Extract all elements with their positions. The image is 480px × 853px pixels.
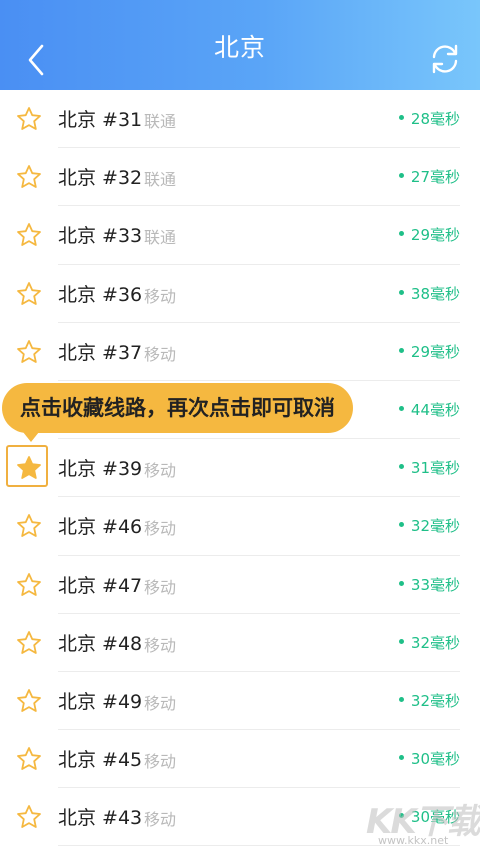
server-name: 北京 #43 bbox=[58, 807, 143, 830]
server-latency: 31毫秒 bbox=[399, 457, 460, 478]
server-carrier: 移动 bbox=[144, 752, 177, 772]
star-icon[interactable] bbox=[16, 804, 42, 830]
star-icon[interactable] bbox=[16, 513, 42, 539]
server-row[interactable]: 北京 #49 移动 32毫秒 bbox=[0, 672, 480, 731]
server-carrier: 移动 bbox=[144, 344, 177, 364]
star-icon[interactable] bbox=[16, 630, 42, 656]
refresh-icon[interactable] bbox=[428, 42, 462, 76]
server-carrier: 移动 bbox=[144, 635, 177, 655]
server-row[interactable]: 北京 #37 移动 29毫秒 bbox=[0, 323, 480, 381]
server-latency: 28毫秒 bbox=[399, 108, 460, 129]
server-latency: 32毫秒 bbox=[399, 690, 460, 711]
star-icon[interactable] bbox=[16, 164, 42, 190]
server-row[interactable]: 北京 #39 移动 31毫秒 bbox=[0, 439, 480, 498]
tooltip-text: 点击收藏线路，再次点击即可取消 bbox=[20, 396, 335, 420]
page-title: 北京 bbox=[213, 33, 266, 62]
server-name: 北京 #31 bbox=[58, 109, 143, 131]
server-carrier: 联通 bbox=[144, 112, 177, 131]
server-name: 北京 #33 bbox=[58, 225, 143, 248]
favorite-highlight-box bbox=[6, 445, 48, 487]
star-icon[interactable] bbox=[16, 222, 42, 248]
server-name: 北京 #48 bbox=[58, 632, 143, 655]
server-row[interactable]: 北京 #43 移动 30毫秒 bbox=[0, 788, 480, 847]
server-carrier: 移动 bbox=[144, 461, 177, 481]
server-latency: 30毫秒 bbox=[399, 748, 460, 769]
server-carrier: 移动 bbox=[144, 519, 177, 539]
server-list: 北京 #31 联通 28毫秒 北京 #32 联通 27毫秒 北京 #33 联通 29毫秒 北京 #… bbox=[0, 90, 480, 847]
server-name: 北京 #39 bbox=[58, 458, 143, 481]
server-row[interactable]: 北京 #48 移动 32毫秒 bbox=[0, 614, 480, 672]
server-row[interactable]: 北京 #47 移动 33毫秒 bbox=[0, 556, 480, 614]
server-carrier: 移动 bbox=[144, 693, 177, 713]
server-row[interactable]: 北京 #36 移动 38毫秒 bbox=[0, 265, 480, 323]
server-row[interactable]: 北京 #45 移动 30毫秒 bbox=[0, 730, 480, 789]
server-carrier: 移动 bbox=[144, 810, 177, 830]
server-carrier: 移动 bbox=[144, 286, 177, 306]
server-name: 北京 #47 bbox=[58, 574, 143, 597]
server-latency: 27毫秒 bbox=[399, 166, 460, 187]
server-latency: 44毫秒 bbox=[399, 399, 460, 420]
favorite-tooltip: 点击收藏线路，再次点击即可取消 bbox=[2, 383, 353, 442]
server-latency: 32毫秒 bbox=[399, 515, 460, 536]
star-icon[interactable] bbox=[16, 688, 42, 714]
star-icon[interactable] bbox=[16, 106, 42, 132]
server-row[interactable]: 北京 #46 移动 32毫秒 bbox=[0, 497, 480, 556]
star-icon[interactable] bbox=[16, 339, 42, 365]
server-carrier: 联通 bbox=[144, 170, 177, 190]
server-name: 北京 #49 bbox=[58, 690, 143, 713]
server-row[interactable]: 北京 #32 联通 27毫秒 bbox=[0, 148, 480, 207]
server-latency: 29毫秒 bbox=[399, 341, 460, 362]
server-name: 北京 #32 bbox=[58, 167, 143, 190]
server-name: 北京 #37 bbox=[58, 341, 143, 364]
star-icon[interactable] bbox=[16, 572, 42, 598]
server-latency: 38毫秒 bbox=[399, 283, 460, 304]
tooltip-tail bbox=[23, 432, 39, 442]
star-icon[interactable] bbox=[16, 281, 42, 307]
star-icon[interactable] bbox=[16, 746, 42, 772]
server-name: 北京 #46 bbox=[58, 516, 143, 539]
server-row[interactable]: 北京 #33 联通 29毫秒 bbox=[0, 206, 480, 265]
server-latency: 30毫秒 bbox=[399, 806, 460, 827]
header-bar: 北京 bbox=[0, 0, 480, 90]
server-carrier: 联通 bbox=[144, 228, 177, 248]
server-name: 北京 #36 bbox=[58, 283, 143, 306]
server-latency: 33毫秒 bbox=[399, 574, 460, 595]
server-latency: 32毫秒 bbox=[399, 632, 460, 653]
server-carrier: 移动 bbox=[144, 577, 177, 597]
server-row[interactable]: 北京 #31 联通 28毫秒 bbox=[0, 90, 480, 149]
server-latency: 29毫秒 bbox=[399, 224, 460, 245]
server-name: 北京 #45 bbox=[58, 749, 143, 772]
row-divider bbox=[58, 845, 460, 847]
